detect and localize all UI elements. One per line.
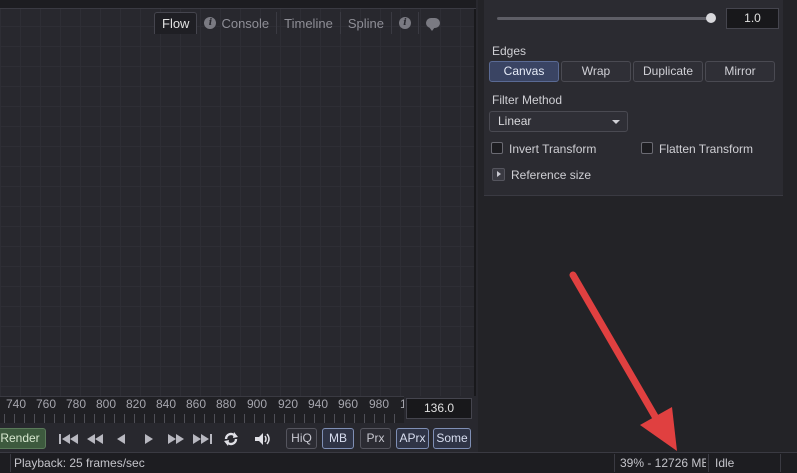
ruler-tick: 920 bbox=[278, 397, 299, 411]
flatten-transform-label: Flatten Transform bbox=[659, 142, 754, 156]
tab-timeline-label: Timeline bbox=[284, 15, 333, 31]
status-divider bbox=[10, 454, 11, 472]
fast-forward-icon bbox=[168, 433, 184, 444]
ruler-tick: 760 bbox=[36, 397, 57, 411]
ruler-tick: 880 bbox=[216, 397, 237, 411]
edges-canvas-button[interactable]: Canvas bbox=[489, 61, 559, 82]
reference-size-expander[interactable] bbox=[492, 168, 505, 181]
tab-spline[interactable]: Spline bbox=[341, 12, 392, 34]
ruler-tick: 940 bbox=[308, 397, 329, 411]
filter-method-label: Filter Method bbox=[492, 93, 563, 107]
info-icon: i bbox=[398, 17, 411, 29]
render-state: Idle bbox=[715, 456, 735, 470]
tab-console-label: Console bbox=[221, 15, 270, 31]
invert-transform-checkbox[interactable] bbox=[491, 142, 503, 154]
skip-end-icon bbox=[193, 433, 212, 444]
panel-top-strip bbox=[0, 0, 476, 9]
tab-flow-label: Flow bbox=[162, 16, 190, 31]
play-button[interactable] bbox=[141, 428, 157, 449]
tab-comments[interactable] bbox=[419, 12, 447, 34]
ruler-tick: 740 bbox=[6, 397, 27, 411]
flow-canvas[interactable] bbox=[0, 0, 476, 396]
playback-status: Playback: 25 frames/sec bbox=[14, 456, 145, 470]
status-divider bbox=[614, 454, 615, 472]
ruler-tick: 1 bbox=[394, 397, 404, 411]
reference-size-label: Reference size bbox=[511, 168, 592, 182]
view-tab-bar: Flow i Console Timeline Spline i bbox=[154, 12, 447, 34]
edges-duplicate-button[interactable]: Duplicate bbox=[633, 61, 703, 82]
fast-forward-button[interactable] bbox=[165, 428, 187, 449]
motion-blur-toggle[interactable]: MB bbox=[322, 428, 354, 449]
ruler-tick: 840 bbox=[156, 397, 177, 411]
hiq-toggle[interactable]: HiQ bbox=[286, 428, 317, 449]
status-divider bbox=[780, 454, 781, 472]
filter-method-value: Linear bbox=[498, 114, 532, 128]
ruler-tick: 800 bbox=[96, 397, 117, 411]
status-divider bbox=[708, 454, 709, 472]
slider-handle[interactable] bbox=[706, 13, 716, 23]
step-back-button[interactable] bbox=[113, 428, 129, 449]
proxy-toggle[interactable]: Prx bbox=[360, 428, 391, 449]
tab-timeline[interactable]: Timeline bbox=[277, 12, 341, 34]
time-ruler[interactable]: 740 760 780 800 820 840 860 880 900 920 … bbox=[0, 396, 404, 423]
selective-update-toggle[interactable]: Some bbox=[433, 428, 471, 449]
ruler-marks bbox=[0, 414, 404, 423]
play-reverse-icon bbox=[117, 433, 125, 444]
filter-method-dropdown[interactable]: Linear bbox=[489, 111, 628, 132]
ruler-tick: 780 bbox=[66, 397, 87, 411]
loop-icon bbox=[224, 431, 238, 446]
rewind-button[interactable] bbox=[84, 428, 106, 449]
edges-label: Edges bbox=[492, 44, 527, 58]
tab-console[interactable]: i Console bbox=[197, 12, 278, 34]
edges-wrap-button[interactable]: Wrap bbox=[561, 61, 631, 82]
loop-button[interactable] bbox=[221, 428, 241, 449]
flatten-transform-checkbox[interactable] bbox=[641, 142, 653, 154]
edges-mirror-button[interactable]: Mirror bbox=[705, 61, 775, 82]
audio-button[interactable] bbox=[252, 428, 274, 449]
render-button[interactable]: Render bbox=[0, 428, 46, 449]
tab-flow[interactable]: Flow bbox=[154, 12, 198, 34]
comment-icon bbox=[425, 18, 440, 31]
ruler-tick: 960 bbox=[338, 397, 359, 411]
annotation-arrow bbox=[569, 271, 677, 451]
slider-value-field[interactable]: 1.0 bbox=[726, 8, 779, 29]
play-icon bbox=[145, 433, 153, 444]
current-frame-field[interactable]: 136.0 bbox=[406, 398, 472, 419]
ruler-tick: 820 bbox=[126, 397, 147, 411]
ruler-tick: 980 bbox=[369, 397, 390, 411]
rewind-icon bbox=[87, 433, 103, 444]
memory-usage: 39% - 12726 MB bbox=[620, 456, 706, 470]
tab-info[interactable]: i bbox=[392, 12, 419, 34]
chevron-down-icon bbox=[612, 120, 620, 124]
go-to-start-button[interactable] bbox=[57, 428, 81, 449]
chevron-right-icon bbox=[497, 171, 501, 177]
skip-start-icon bbox=[59, 433, 78, 444]
go-to-end-button[interactable] bbox=[190, 428, 214, 449]
ruler-tick: 900 bbox=[247, 397, 268, 411]
slider-track[interactable] bbox=[497, 17, 713, 20]
invert-transform-label: Invert Transform bbox=[509, 142, 597, 156]
speaker-icon bbox=[255, 432, 270, 445]
auto-proxy-toggle[interactable]: APrx bbox=[396, 428, 429, 449]
tab-spline-label: Spline bbox=[347, 15, 384, 31]
ruler-tick: 860 bbox=[186, 397, 207, 411]
info-icon: i bbox=[204, 17, 217, 29]
